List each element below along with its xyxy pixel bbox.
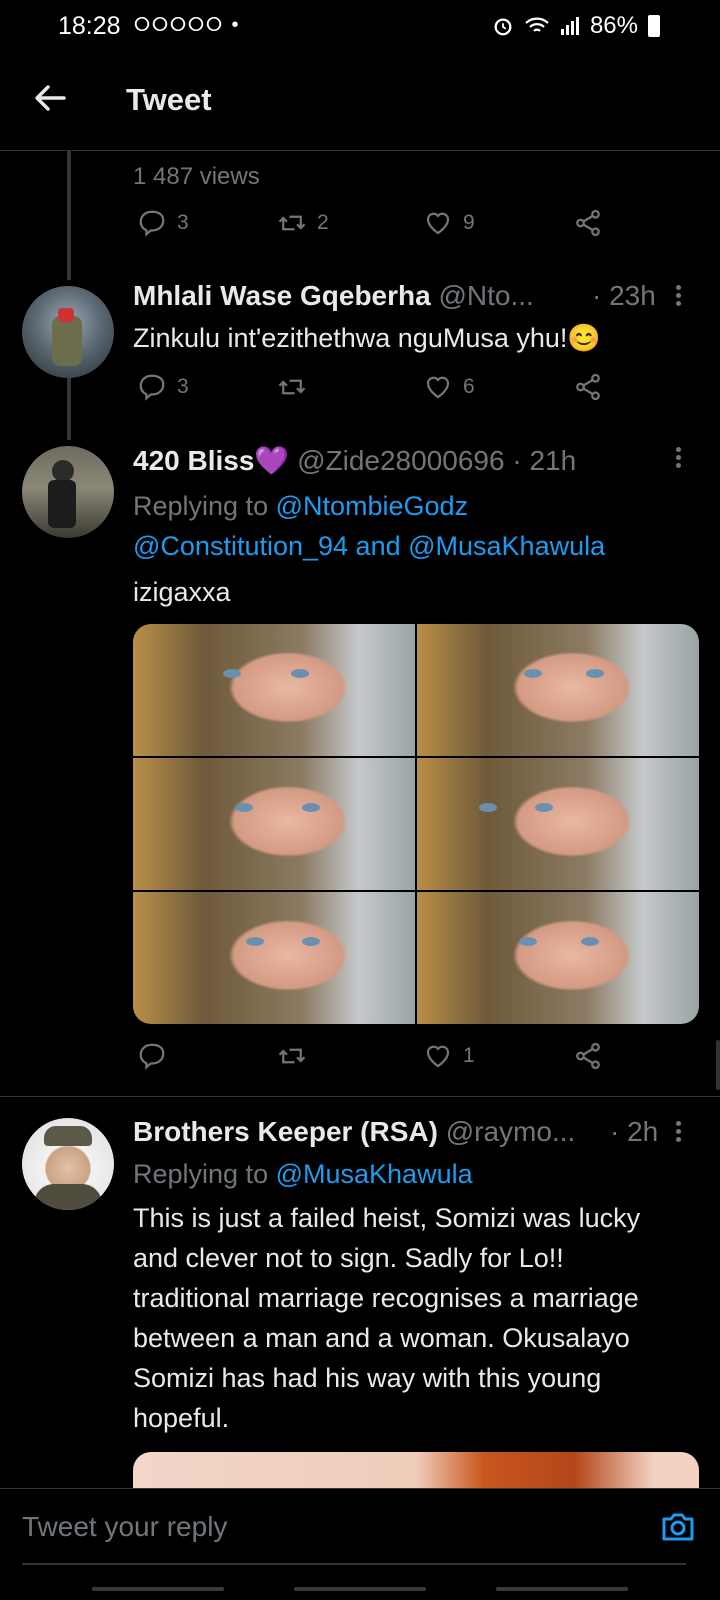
tweet-text: Zinkulu int'ezithethwa nguMusa yhu!😊 — [133, 323, 602, 353]
share-button[interactable] — [573, 372, 603, 402]
avatar[interactable] — [22, 446, 114, 538]
tweet-time: · 23h — [592, 280, 656, 311]
reply-button[interactable]: 3 — [137, 208, 189, 238]
like-count: 1 — [463, 1044, 475, 1067]
media-image[interactable] — [417, 624, 699, 756]
mention-link[interactable]: @NtombieGodz — [276, 491, 468, 521]
nav-home[interactable] — [294, 1587, 426, 1591]
media-image[interactable] — [417, 758, 699, 890]
more-options-icon[interactable] — [676, 282, 684, 309]
nav-back[interactable] — [496, 1587, 628, 1591]
heart-icon — [426, 1045, 450, 1068]
tweet-actions: 3 6 — [133, 372, 613, 412]
retweet-icon — [278, 215, 306, 231]
user-handle[interactable]: @raymo... — [446, 1116, 576, 1147]
mention-link[interactable]: @Constitution_94 — [133, 531, 348, 561]
tweet-header: Mhlali Wase Gqeberha @Nto... — [133, 280, 534, 312]
app-header: Tweet — [0, 52, 720, 151]
nav-recents[interactable] — [92, 1587, 224, 1591]
user-handle[interactable]: @Nto... — [439, 280, 534, 311]
heart-icon — [426, 376, 450, 399]
media-image[interactable] — [133, 1452, 699, 1488]
comment-icon — [139, 374, 165, 401]
user-handle[interactable]: @Zide28000696 — [297, 445, 504, 476]
media-image[interactable] — [133, 624, 415, 756]
replying-prefix: Replying to — [133, 1159, 276, 1189]
tweet-text: This is just a failed heist, Somizi was … — [133, 1203, 641, 1433]
share-icon — [576, 373, 600, 401]
like-count: 9 — [463, 211, 475, 234]
comment-icon — [139, 210, 165, 237]
display-name[interactable]: 420 Bliss💜 — [133, 445, 289, 476]
reply-count: 3 — [177, 375, 189, 398]
like-count: 6 — [463, 375, 475, 398]
retweet-icon — [278, 379, 306, 395]
replying-to: Replying to @MusaKhawula — [133, 1154, 693, 1194]
reply-count: 3 — [177, 211, 189, 234]
share-icon — [576, 209, 600, 237]
display-name[interactable]: Mhlali Wase Gqeberha — [133, 280, 431, 311]
media-image[interactable] — [417, 892, 699, 1024]
avatar[interactable] — [22, 1118, 114, 1210]
avatar[interactable] — [22, 286, 114, 378]
tweet-actions: 1 — [133, 1041, 613, 1081]
replying-prefix: Replying to — [133, 491, 276, 521]
share-icon — [576, 1042, 600, 1070]
mention-link[interactable]: @MusaKhawula — [276, 1159, 473, 1189]
retweet-count: 2 — [317, 211, 329, 234]
comment-icon — [139, 1043, 165, 1070]
tweet-header: 420 Bliss💜 @Zide28000696 · 21h — [133, 444, 576, 477]
arrow-left-icon[interactable] — [30, 78, 70, 118]
retweet-button[interactable] — [277, 372, 307, 402]
notification-icons: ⭘⭘⭘⭘⭘ • — [134, 14, 241, 36]
retweet-icon — [278, 1048, 306, 1064]
retweet-button[interactable]: 2 — [277, 208, 329, 238]
replying-and: and — [348, 531, 409, 561]
tweet-header: Brothers Keeper (RSA) @raymo... — [133, 1116, 575, 1148]
like-button[interactable]: 9 — [423, 208, 475, 238]
reply-input[interactable] — [22, 1507, 642, 1547]
more-options-icon[interactable] — [676, 444, 684, 471]
share-button[interactable] — [573, 208, 603, 238]
reply-bar — [0, 1488, 720, 1569]
more-options-icon[interactable] — [676, 1118, 684, 1145]
heart-icon — [426, 212, 450, 235]
tweet-time: · 2h — [610, 1116, 659, 1147]
input-underline — [22, 1563, 686, 1565]
media-image[interactable] — [133, 758, 415, 890]
reply-button[interactable] — [137, 1041, 167, 1071]
thread-line — [67, 372, 71, 440]
divider — [0, 1096, 720, 1097]
tweet-text: izigaxxa — [133, 577, 231, 607]
camera-icon[interactable] — [658, 1507, 698, 1547]
retweet-button[interactable] — [277, 1041, 307, 1071]
mention-link[interactable]: @MusaKhawula — [408, 531, 605, 561]
reply-button[interactable]: 3 — [137, 372, 189, 402]
share-button[interactable] — [573, 1041, 603, 1071]
media-image[interactable] — [133, 892, 415, 1024]
like-button[interactable]: 6 — [423, 372, 475, 402]
status-right: 86% — [492, 12, 660, 40]
status-time: 18:28 — [58, 12, 121, 40]
replying-to: Replying to @NtombieGodz @Constitution_9… — [133, 486, 693, 566]
like-button[interactable]: 1 — [423, 1041, 475, 1071]
battery-percent: 86% — [589, 12, 638, 39]
page-title: Tweet — [126, 82, 212, 117]
display-name[interactable]: Brothers Keeper (RSA) — [133, 1116, 438, 1147]
battery-icon — [648, 15, 660, 37]
tweet-media-grid[interactable] — [133, 624, 699, 1024]
scrollbar[interactable] — [716, 1040, 720, 1090]
views-count: 1 487 views — [133, 163, 260, 190]
tweet-time: · 21h — [512, 445, 577, 476]
status-bar: 18:28 ⭘⭘⭘⭘⭘ • 86% — [0, 0, 720, 52]
tweet-actions: 3 2 9 — [133, 208, 613, 248]
alarm-icon — [494, 18, 512, 36]
wifi-icon — [525, 17, 549, 32]
thread-line — [67, 150, 71, 280]
signal-icon — [560, 17, 579, 35]
